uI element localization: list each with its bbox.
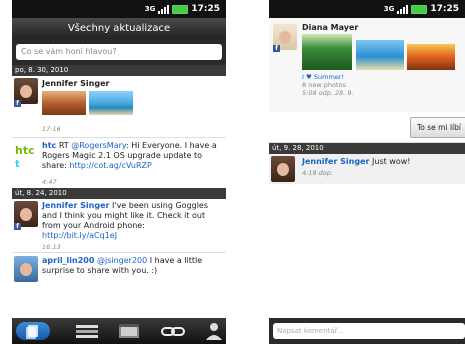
status-bar: 3G 17:25 (269, 0, 465, 18)
list-item[interactable]: htc t htc RT @RogersMary: Hi Everyone. I… (12, 138, 226, 188)
status-bar: 3G 17:25 (12, 0, 226, 18)
post-link[interactable]: http://bit.ly/aCq1eJ (42, 231, 117, 240)
status-input[interactable]: Co se vám honí hlavou? (16, 44, 222, 60)
htc-logo: htc (15, 144, 35, 157)
date-header: út, 8. 24, 2010 (12, 188, 226, 199)
list-item[interactable]: f Jennifer Singer I've been using Goggle… (12, 199, 226, 253)
post-time: 16:13 (42, 243, 61, 251)
comment-text: Jennifer Singer Just wow! (302, 157, 411, 166)
post-text: Jennifer Singer I've been using Goggles … (42, 201, 209, 240)
post-time: 4:47 (42, 178, 57, 186)
post-detail: f Diana Mayer I ♥ Summer! 8 new photos 5… (269, 18, 465, 112)
twitter-icon: t (15, 159, 20, 170)
like-button[interactable]: To se mi líbí (410, 117, 465, 138)
photos-icon (119, 324, 139, 338)
facebook-icon: f (273, 45, 280, 52)
post-text: april_lin200 @jsinger200 I have a little… (42, 256, 203, 275)
post-link[interactable]: http://cot.ag/cVuRZP (69, 161, 151, 170)
link-icon (161, 327, 185, 336)
mention-link[interactable]: @RogersMary (71, 141, 126, 150)
post-author[interactable]: Diana Mayer (302, 23, 358, 33)
date-header: po, 8. 30, 2010 (12, 65, 226, 76)
person-icon (206, 323, 222, 340)
tab-all-updates[interactable] (16, 322, 50, 340)
comment-time: 4:19 dop. (302, 169, 333, 177)
tab-status[interactable] (74, 322, 100, 340)
post-author[interactable]: htc (42, 141, 56, 150)
tab-links[interactable] (160, 322, 186, 340)
post-time: 5:08 odp. 28. 9. (302, 89, 354, 97)
status-list-icon (76, 325, 98, 338)
facebook-icon: f (14, 223, 21, 230)
tab-people[interactable] (202, 322, 226, 340)
comment-composer: Napsat komentář... (269, 318, 465, 344)
clock: 17:25 (191, 4, 220, 14)
network-type: 3G (144, 5, 156, 13)
clock: 17:25 (430, 4, 459, 14)
tab-photos[interactable] (116, 322, 142, 340)
comment-input[interactable]: Napsat komentář... (273, 323, 465, 339)
updates-icon (26, 325, 38, 339)
date-header: út, 9. 28, 2010 (269, 143, 465, 154)
mention-link[interactable]: @jsinger200 (97, 256, 147, 265)
bottom-tab-bar (12, 318, 226, 344)
photo-thumbnail[interactable] (302, 34, 352, 70)
status-composer: Co se vám honí hlavou? (12, 39, 226, 65)
comment-item: Jennifer Singer Just wow! 4:19 dop. (269, 154, 465, 184)
photo-thumbnail[interactable] (42, 91, 86, 115)
signal-icon (158, 4, 170, 14)
post-author[interactable]: Jennifer Singer (42, 201, 109, 210)
facebook-icon: f (14, 100, 21, 107)
post-author[interactable]: april_lin200 (42, 256, 94, 265)
avatar (14, 256, 38, 282)
right-screen: 3G 17:25 f Diana Mayer I ♥ Summer! 8 new… (269, 0, 465, 344)
comment-author[interactable]: Jennifer Singer (302, 157, 369, 166)
like-row: To se mi líbí (269, 112, 465, 143)
photo-thumbnail[interactable] (407, 44, 455, 70)
battery-icon (411, 4, 428, 14)
battery-icon (172, 4, 189, 14)
post-author[interactable]: Jennifer Singer (42, 79, 109, 89)
page-title: Všechny aktualizace (12, 18, 226, 39)
post-text: htc RT @RogersMary: Hi Everyone. I have … (42, 141, 217, 170)
list-item[interactable]: april_lin200 @jsinger200 I have a little… (12, 253, 226, 283)
post-time: 17:16 (42, 125, 61, 133)
list-item[interactable]: f Jennifer Singer 17:16 (12, 76, 226, 138)
photo-thumbnail[interactable] (89, 91, 133, 115)
signal-icon (397, 4, 409, 14)
avatar (271, 156, 295, 182)
network-type: 3G (383, 5, 395, 13)
photo-thumbnail[interactable] (356, 40, 404, 70)
left-screen: 3G 17:25 Všechny aktualizace Co se vám h… (12, 0, 226, 344)
